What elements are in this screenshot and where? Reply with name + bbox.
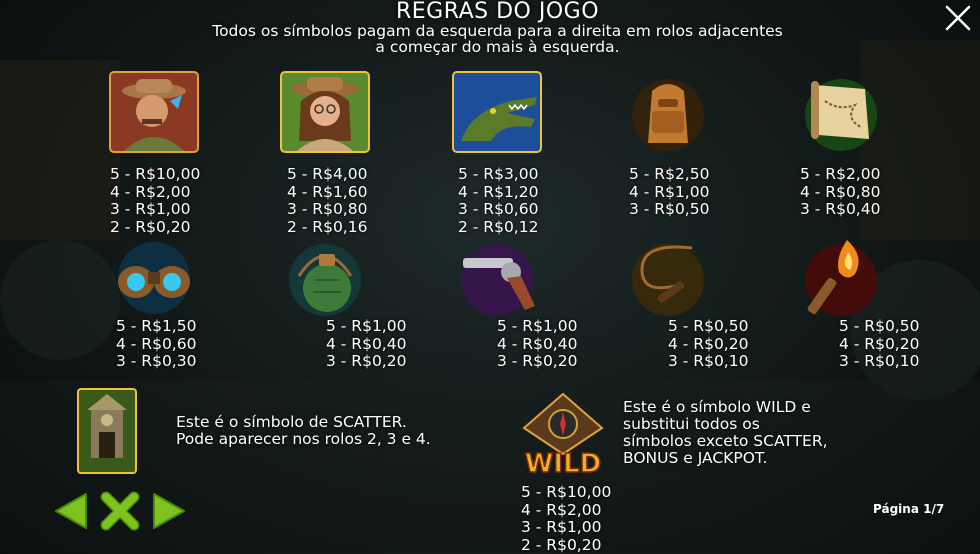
paytable-canteen: 5 - R$1,00 4 - R$0,40 3 - R$0,20 (326, 318, 406, 371)
subtitle-line: Todos os símbolos pagam da esquerda para… (0, 23, 980, 39)
wild-logo-text: WILD (525, 449, 602, 476)
paytable-map-scroll: 5 - R$2,00 4 - R$0,80 3 - R$0,40 (800, 166, 880, 219)
paytable-revolver: 5 - R$1,00 4 - R$0,40 3 - R$0,20 (497, 318, 577, 371)
paytable-explorer-woman: 5 - R$4,00 4 - R$1,60 3 - R$0,80 2 - R$0… (287, 166, 367, 236)
page-title: REGRAS DO JOGO (0, 0, 980, 24)
pay-line: 3 - R$0,10 (668, 353, 748, 371)
pay-line: 3 - R$1,00 (521, 519, 611, 537)
pay-line: 5 - R$1,50 (116, 318, 196, 336)
pay-line: 5 - R$1,00 (326, 318, 406, 336)
paytable-wild: 5 - R$10,00 4 - R$2,00 3 - R$1,00 2 - R$… (521, 484, 611, 554)
pay-line: 5 - R$4,00 (287, 166, 367, 184)
canteen-icon (279, 236, 371, 318)
map-scroll-icon (795, 71, 887, 153)
next-page-button[interactable] (152, 492, 186, 530)
wild-line: Este é o símbolo WILD e (623, 399, 828, 416)
revolver-icon (451, 236, 543, 318)
pay-line: 2 - R$0,16 (287, 219, 367, 237)
scatter-line: Pode aparecer nos rolos 2, 3 e 4. (176, 431, 431, 448)
pay-line: 4 - R$0,40 (497, 336, 577, 354)
explorer-man-icon (108, 71, 200, 153)
pay-line: 2 - R$0,20 (110, 219, 200, 237)
subtitle: Todos os símbolos pagam da esquerda para… (0, 23, 980, 55)
explorer-woman-icon (279, 71, 371, 153)
pay-line: 3 - R$0,20 (497, 353, 577, 371)
scatter-line: Este é o símbolo de SCATTER. (176, 414, 431, 431)
paytable-torch: 5 - R$0,50 4 - R$0,20 3 - R$0,10 (839, 318, 919, 371)
pay-line: 5 - R$1,00 (497, 318, 577, 336)
binoculars-icon (108, 236, 200, 318)
pay-line: 4 - R$2,00 (521, 502, 611, 520)
pay-line: 3 - R$0,10 (839, 353, 919, 371)
pay-line: 5 - R$0,50 (839, 318, 919, 336)
paytable-binoculars: 5 - R$1,50 4 - R$0,60 3 - R$0,30 (116, 318, 196, 371)
temple-scatter-icon (77, 388, 137, 474)
crocodile-icon (451, 71, 543, 153)
pay-line: 5 - R$0,50 (668, 318, 748, 336)
wild-description: Este é o símbolo WILD e substitui todos … (623, 399, 828, 467)
wild-line: substitui todos os (623, 416, 828, 433)
paytable-whip: 5 - R$0,50 4 - R$0,20 3 - R$0,10 (668, 318, 748, 371)
pay-line: 5 - R$2,50 (629, 166, 709, 184)
pay-line: 3 - R$0,80 (287, 201, 367, 219)
pay-line: 4 - R$0,60 (116, 336, 196, 354)
pay-line: 4 - R$1,20 (458, 184, 538, 202)
pay-line: 5 - R$10,00 (110, 166, 200, 184)
pay-line: 2 - R$0,20 (521, 537, 611, 554)
pay-line: 5 - R$10,00 (521, 484, 611, 502)
page-indicator: Página 1/7 (873, 502, 944, 516)
paytable-crocodile: 5 - R$3,00 4 - R$1,20 3 - R$0,60 2 - R$0… (458, 166, 538, 236)
pay-line: 3 - R$0,30 (116, 353, 196, 371)
torch-icon (795, 236, 887, 318)
pay-line: 3 - R$0,50 (629, 201, 709, 219)
pay-line: 4 - R$0,80 (800, 184, 880, 202)
pay-line: 5 - R$2,00 (800, 166, 880, 184)
subtitle-line: a começar do mais à esquerda. (0, 39, 980, 55)
pay-line: 5 - R$3,00 (458, 166, 538, 184)
pay-line: 2 - R$0,12 (458, 219, 538, 237)
wild-line: símbolos exceto SCATTER, (623, 433, 828, 450)
scatter-description: Este é o símbolo de SCATTER. Pode aparec… (176, 414, 431, 448)
pay-line: 3 - R$0,40 (800, 201, 880, 219)
whip-icon (622, 236, 714, 318)
close-icon[interactable] (944, 4, 972, 32)
pay-line: 4 - R$1,00 (629, 184, 709, 202)
pay-line: 4 - R$0,20 (839, 336, 919, 354)
close-rules-button[interactable] (100, 491, 140, 531)
wild-compass-icon: WILD (516, 392, 610, 476)
previous-page-button[interactable] (54, 492, 88, 530)
paytable-backpack: 5 - R$2,50 4 - R$1,00 3 - R$0,50 (629, 166, 709, 219)
pay-line: 4 - R$0,20 (668, 336, 748, 354)
pay-line: 4 - R$2,00 (110, 184, 200, 202)
pay-line: 3 - R$1,00 (110, 201, 200, 219)
wild-line: BONUS e JACKPOT. (623, 450, 828, 467)
pay-line: 4 - R$0,40 (326, 336, 406, 354)
pay-line: 3 - R$0,20 (326, 353, 406, 371)
backpack-icon (622, 71, 714, 153)
paytable-explorer-man: 5 - R$10,00 4 - R$2,00 3 - R$1,00 2 - R$… (110, 166, 200, 236)
pay-line: 4 - R$1,60 (287, 184, 367, 202)
pay-line: 3 - R$0,60 (458, 201, 538, 219)
